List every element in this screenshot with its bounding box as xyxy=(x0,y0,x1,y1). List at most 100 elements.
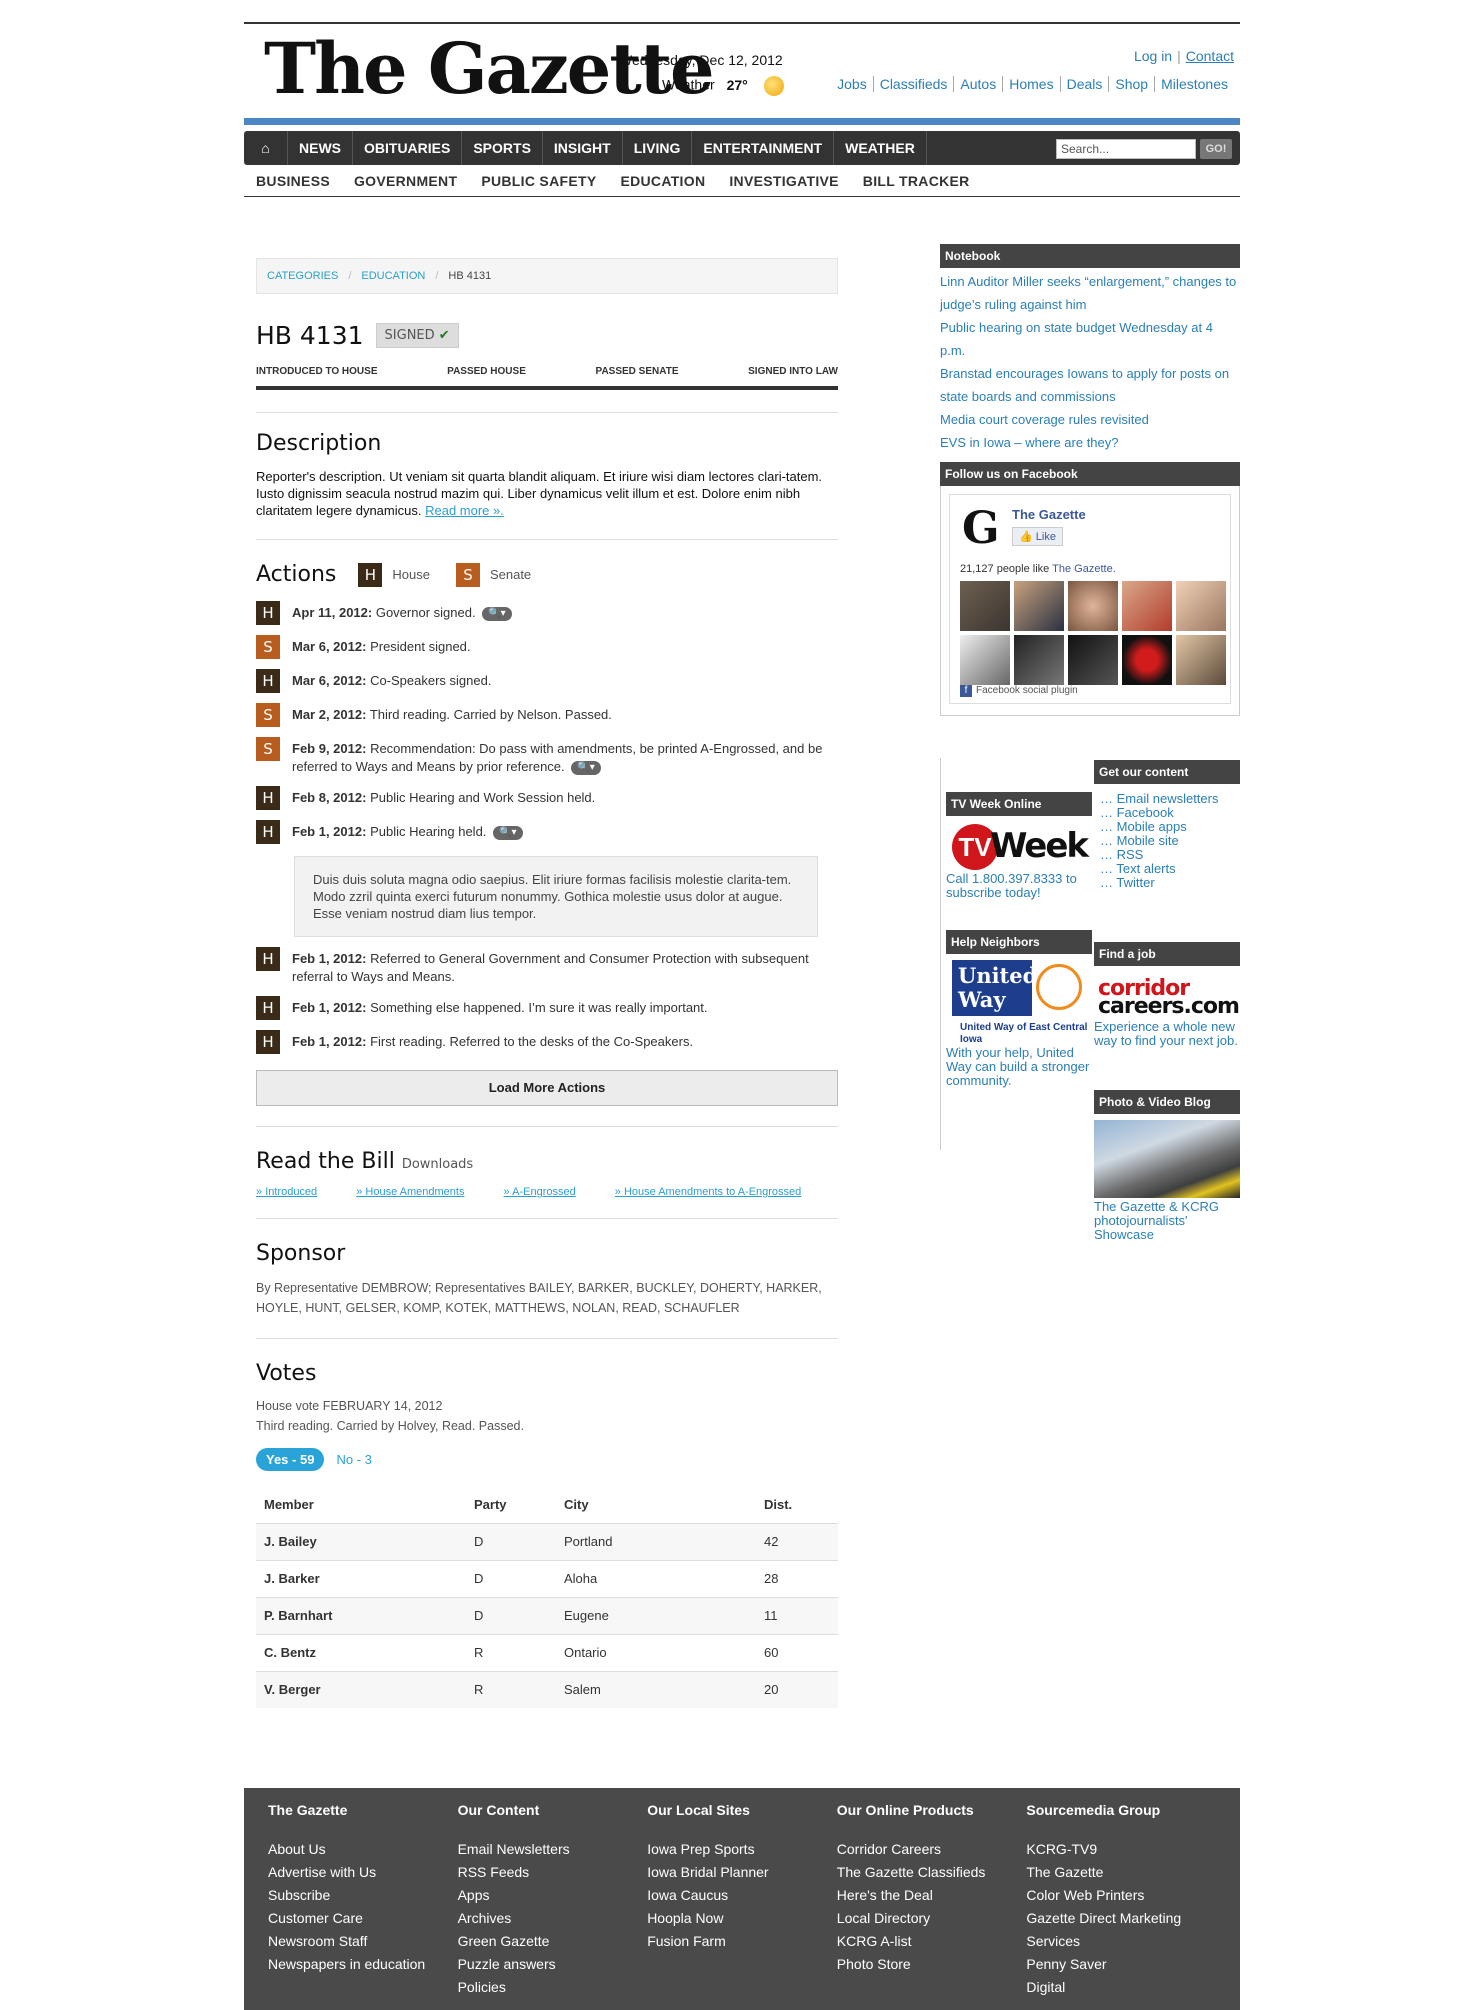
fan-avatar[interactable] xyxy=(1014,635,1064,685)
subnav-item-education[interactable]: EDUCATION xyxy=(620,173,705,189)
column-header[interactable]: Party xyxy=(466,1487,556,1523)
tvweek-text[interactable]: Call 1.800.397.8333 to subscribe today! xyxy=(946,872,1092,900)
search-button[interactable]: GO! xyxy=(1200,139,1232,159)
breadcrumb-education[interactable]: EDUCATION xyxy=(361,270,425,282)
yes-tab[interactable]: Yes - 59 xyxy=(256,1448,325,1471)
magnify-icon[interactable]: 🔍▾ xyxy=(482,606,512,621)
footer-link[interactable]: Digital xyxy=(1026,1976,1216,1999)
photo-blog-image[interactable] xyxy=(1094,1120,1240,1198)
contact-link[interactable]: Contact xyxy=(1186,48,1234,64)
column-header[interactable]: Member xyxy=(256,1487,466,1523)
united-way-text[interactable]: With your help, United Way can build a s… xyxy=(946,1046,1092,1088)
notebook-link[interactable]: EVS in Iowa – where are they? xyxy=(940,431,1240,454)
nav-item-insight[interactable]: INSIGHT xyxy=(543,131,623,165)
fan-avatar[interactable] xyxy=(1068,581,1118,631)
site-logo[interactable]: The Gazette xyxy=(264,34,715,104)
fan-avatar[interactable] xyxy=(1014,581,1064,631)
login-link[interactable]: Log in xyxy=(1134,48,1172,64)
nav-item-sports[interactable]: SPORTS xyxy=(462,131,543,165)
fan-avatar[interactable] xyxy=(960,635,1010,685)
content-link[interactable]: … RSS xyxy=(1100,848,1240,862)
subnav-item-bill-tracker[interactable]: BILL TRACKER xyxy=(863,173,970,189)
section-link[interactable]: Shop xyxy=(1108,76,1155,92)
footer-link[interactable]: Policies xyxy=(458,1976,648,1999)
footer-link[interactable]: KCRG A-list xyxy=(837,1930,1027,1953)
nav-item-living[interactable]: LIVING xyxy=(623,131,693,165)
content-link[interactable]: … Mobile site xyxy=(1100,834,1240,848)
no-tab[interactable]: No - 3 xyxy=(336,1452,371,1467)
notebook-link[interactable]: Public hearing on state budget Wednesday… xyxy=(940,316,1240,362)
footer-link[interactable]: KCRG-TV9 xyxy=(1026,1838,1216,1861)
fan-avatar[interactable] xyxy=(1176,581,1226,631)
fan-avatar[interactable] xyxy=(1068,635,1118,685)
breadcrumb-categories[interactable]: CATEGORIES xyxy=(267,270,338,282)
column-header[interactable]: Dist. xyxy=(756,1487,838,1523)
footer-link[interactable]: Puzzle answers xyxy=(458,1953,648,1976)
search-input[interactable]: Search... xyxy=(1056,139,1196,159)
magnify-icon[interactable]: 🔍▾ xyxy=(493,825,523,840)
nav-item-news[interactable]: NEWS xyxy=(288,131,353,165)
nav-item-entertainment[interactable]: ENTERTAINMENT xyxy=(692,131,835,165)
fb-like-button[interactable]: 👍 Like xyxy=(1012,527,1063,546)
footer-link[interactable]: Apps xyxy=(458,1884,648,1907)
load-more-button[interactable]: Load More Actions xyxy=(256,1070,838,1106)
read-more-link[interactable]: Read more ». xyxy=(425,503,504,518)
section-link[interactable]: Deals xyxy=(1059,76,1109,92)
footer-link[interactable]: The Gazette Classifieds xyxy=(837,1861,1027,1884)
subnav-item-government[interactable]: GOVERNMENT xyxy=(354,173,457,189)
footer-link[interactable]: About Us xyxy=(268,1838,458,1861)
section-link[interactable]: Jobs xyxy=(831,76,873,92)
column-header[interactable]: City xyxy=(556,1487,756,1523)
notebook-link[interactable]: Branstad encourages Iowans to apply for … xyxy=(940,362,1240,408)
download-introduced-link[interactable]: » Introduced xyxy=(256,1186,335,1198)
weather-widget[interactable]: Weather 27° xyxy=(662,76,784,96)
footer-link[interactable]: Penny Saver xyxy=(1026,1953,1216,1976)
content-link[interactable]: … Text alerts xyxy=(1100,862,1240,876)
footer-link[interactable]: Customer Care xyxy=(268,1907,458,1930)
download-a-engrossed-link[interactable]: » A-Engrossed xyxy=(504,1186,594,1198)
section-link[interactable]: Homes xyxy=(1002,76,1060,92)
footer-link[interactable]: Color Web Printers xyxy=(1026,1884,1216,1907)
subnav-item-business[interactable]: BUSINESS xyxy=(256,173,330,189)
footer-link[interactable]: Green Gazette xyxy=(458,1930,648,1953)
subnav-item-investigative[interactable]: INVESTIGATIVE xyxy=(729,173,838,189)
nav-item-obituaries[interactable]: OBITUARIES xyxy=(353,131,463,165)
footer-link[interactable]: Local Directory xyxy=(837,1907,1027,1930)
footer-link[interactable]: Here's the Deal xyxy=(837,1884,1027,1907)
footer-link[interactable]: Advertise with Us xyxy=(268,1861,458,1884)
fan-avatar[interactable] xyxy=(960,581,1010,631)
footer-link[interactable]: Services xyxy=(1026,1930,1216,1953)
footer-link[interactable]: Archives xyxy=(458,1907,648,1930)
magnify-icon[interactable]: 🔍▾ xyxy=(571,760,601,775)
content-link[interactable]: … Twitter xyxy=(1100,876,1240,890)
section-link[interactable]: Milestones xyxy=(1154,76,1234,92)
united-way-logo[interactable]: United Way xyxy=(946,960,1092,1020)
footer-link[interactable]: Newspapers in education xyxy=(268,1953,458,1976)
download-house-amendments-link[interactable]: » House Amendments xyxy=(356,1186,482,1198)
fan-avatar[interactable] xyxy=(1122,581,1172,631)
notebook-link[interactable]: Linn Auditor Miller seeks “enlargement,”… xyxy=(940,270,1240,316)
photo-blog-text[interactable]: The Gazette & KCRG photojournalists' Sho… xyxy=(1094,1200,1240,1242)
footer-link[interactable]: Photo Store xyxy=(837,1953,1027,1976)
find-job-text[interactable]: Experience a whole new way to find your … xyxy=(1094,1020,1240,1048)
download-house-amendments-a-engrossed-link[interactable]: » House Amendments to A-Engrossed xyxy=(615,1186,820,1198)
footer-link[interactable]: Hoopla Now xyxy=(647,1907,837,1930)
home-icon[interactable]: ⌂ xyxy=(244,131,288,165)
nav-item-weather[interactable]: WEATHER xyxy=(834,131,927,165)
footer-link[interactable]: Newsroom Staff xyxy=(268,1930,458,1953)
fan-avatar[interactable] xyxy=(1176,635,1226,685)
footer-link[interactable]: Iowa Caucus xyxy=(647,1884,837,1907)
subnav-item-public-safety[interactable]: PUBLIC SAFETY xyxy=(481,173,596,189)
tvweek-logo[interactable]: TV Week xyxy=(946,824,1092,872)
footer-link[interactable]: The Gazette xyxy=(1026,1861,1216,1884)
footer-link[interactable]: Corridor Careers xyxy=(837,1838,1027,1861)
content-link[interactable]: … Facebook xyxy=(1100,806,1240,820)
footer-link[interactable]: Iowa Bridal Planner xyxy=(647,1861,837,1884)
fan-avatar[interactable] xyxy=(1122,635,1172,685)
section-link[interactable]: Autos xyxy=(953,76,1003,92)
notebook-link[interactable]: Media court coverage rules revisited xyxy=(940,408,1240,431)
fb-page-name[interactable]: The Gazette xyxy=(1012,507,1086,522)
footer-link[interactable]: RSS Feeds xyxy=(458,1861,648,1884)
footer-link[interactable]: Gazette Direct Marketing xyxy=(1026,1907,1216,1930)
footer-link[interactable]: Email Newsletters xyxy=(458,1838,648,1861)
